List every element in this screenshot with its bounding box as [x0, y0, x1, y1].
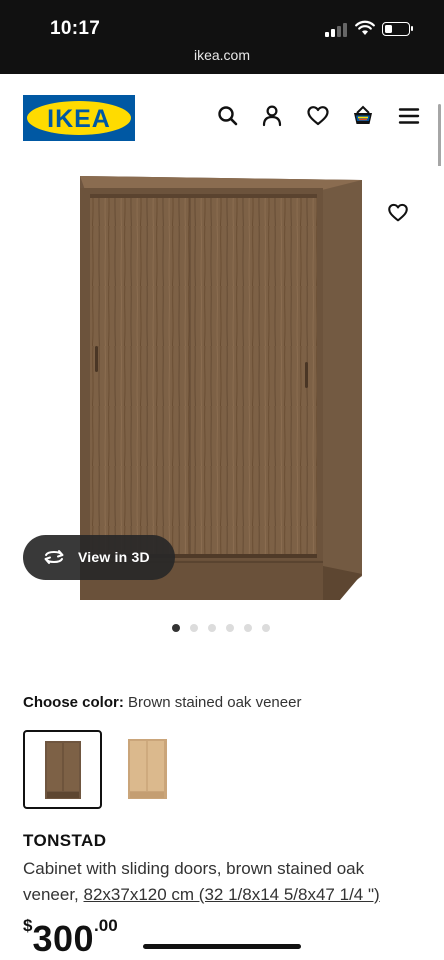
favorites-icon[interactable] — [305, 103, 331, 129]
home-indicator[interactable] — [143, 944, 301, 949]
brown-stained-oak-swatch[interactable] — [23, 730, 102, 809]
price-main: 300 — [32, 918, 95, 959]
gallery-dot[interactable] — [190, 624, 198, 632]
wifi-icon — [355, 20, 375, 35]
gallery-dot[interactable] — [172, 624, 180, 632]
view-in-3d-label: View in 3D — [78, 549, 150, 565]
gallery-dot[interactable] — [244, 624, 252, 632]
product-name: TONSTAD — [23, 831, 107, 850]
menu-icon[interactable] — [396, 103, 422, 129]
gallery-dot[interactable] — [226, 624, 234, 632]
status-time: 10:17 — [50, 18, 101, 39]
url-bar[interactable]: ikea.com — [0, 47, 444, 63]
selected-color-value: Brown stained oak veneer — [128, 694, 302, 711]
add-to-favorites-icon[interactable] — [386, 201, 410, 225]
white-stained-oak-swatch[interactable] — [109, 730, 188, 809]
product-image-gallery[interactable]: View in 3D — [0, 166, 444, 616]
product-description: Cabinet with sliding doors, brown staine… — [23, 856, 423, 908]
color-selector-heading: Choose color: Brown stained oak veneer — [23, 694, 301, 711]
product-price: $300.00 — [23, 916, 118, 960]
gallery-dot[interactable] — [208, 624, 216, 632]
cart-icon[interactable] — [350, 103, 376, 129]
view-in-3d-button[interactable]: View in 3D — [23, 535, 175, 580]
ikea-logo[interactable]: IKEA — [23, 95, 135, 141]
choose-color-label: Choose color: — [23, 694, 124, 711]
price-decimals: .00 — [94, 916, 118, 935]
gallery-dot[interactable] — [262, 624, 270, 632]
status-bar: 10:17 ikea.com — [0, 0, 444, 74]
search-icon[interactable] — [215, 103, 241, 129]
battery-icon — [382, 22, 413, 36]
svg-text:IKEA: IKEA — [47, 105, 111, 133]
rotate-3d-icon — [44, 550, 64, 564]
site-header: IKEA — [0, 74, 444, 166]
product-size-link[interactable]: 82x37x120 cm (32 1/8x14 5/8x47 1/4 ") — [84, 885, 380, 904]
account-icon[interactable] — [259, 103, 285, 129]
cellular-signal-icon — [325, 23, 347, 37]
